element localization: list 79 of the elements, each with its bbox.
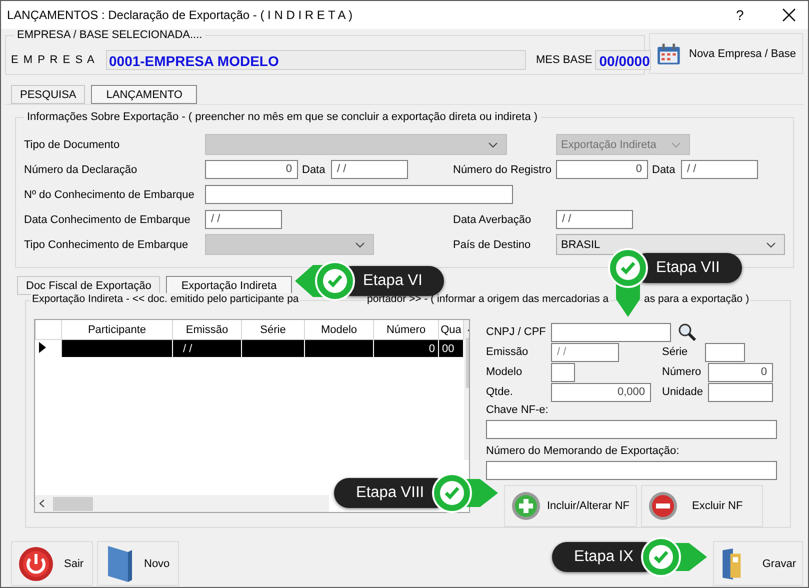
field-label: Número	[662, 366, 702, 378]
number-field[interactable]: 0	[708, 362, 773, 382]
add-button[interactable]: Incluir/Alterar NF	[504, 485, 637, 527]
group-legend: EMPRESA / BASE SELECIONADA....	[14, 29, 206, 41]
field-label: Unidade	[662, 386, 704, 398]
help-button[interactable]: ?	[736, 7, 750, 23]
group-legend: as para a exportação )	[643, 293, 750, 305]
tab[interactable]: LANÇAMENTO	[91, 85, 198, 104]
chevron-down-icon	[355, 242, 365, 248]
chevron-down-icon	[671, 142, 681, 148]
base-label: MES BASE	[536, 54, 592, 66]
change-company-button[interactable]: Nova Empresa / Base	[649, 33, 803, 74]
field-label: Data Conhecimento de Embarque	[24, 214, 192, 226]
declaration-number-field[interactable]: 0	[205, 160, 298, 179]
field-label: Número da Declaração	[24, 164, 138, 176]
minus-icon	[648, 491, 678, 521]
table-cell: 00	[438, 340, 464, 357]
bill-number-field[interactable]	[205, 185, 513, 204]
column-header[interactable]: Série	[242, 320, 304, 340]
window-title: LANÇAMENTOS : Declaração de Exportação - ( I N D I R E T A )	[7, 8, 354, 22]
company-field: 0001-EMPRESA MODELO	[106, 50, 526, 70]
series-field[interactable]	[705, 342, 745, 362]
date-field[interactable]: / /	[205, 210, 282, 229]
new-button[interactable]: Novo	[97, 541, 179, 586]
field-label: Data	[651, 164, 676, 176]
field-label: Emissão	[486, 346, 530, 358]
field-label: Tipo Conhecimento de Embarque	[24, 238, 190, 250]
group-legend: Exportação Indireta - << doc. emitido pelo participante pa	[31, 293, 300, 305]
search-icon[interactable]	[677, 322, 697, 342]
column-header[interactable]: Qua	[438, 320, 464, 340]
memo-number-field[interactable]	[486, 461, 777, 480]
power-icon	[18, 546, 54, 582]
company-label: E M P R E S A	[11, 54, 96, 66]
column-header[interactable]: Número	[374, 320, 438, 340]
table-cell: / /	[172, 340, 242, 357]
exit-button[interactable]: Sair	[11, 541, 93, 586]
registry-number-field[interactable]: 0	[556, 160, 648, 179]
field-label: Modelo	[486, 366, 524, 378]
column-header[interactable]: Participante	[62, 320, 172, 340]
scroll-left-icon[interactable]	[39, 499, 45, 508]
field-label: Data	[301, 164, 326, 176]
unit-field[interactable]	[708, 382, 773, 402]
chevron-down-icon	[488, 142, 498, 148]
horizontal-scrollbar[interactable]	[35, 495, 329, 512]
cnpj-field[interactable]	[551, 322, 671, 342]
check-badge-icon	[639, 535, 710, 579]
access-key-field[interactable]	[486, 420, 777, 439]
date-field[interactable]: / /	[681, 160, 758, 179]
tab[interactable]: PESQUISA	[11, 85, 86, 104]
close-icon[interactable]	[782, 8, 796, 22]
field-label: Série	[662, 346, 689, 358]
field-label: Qtde.	[486, 386, 514, 398]
save-button[interactable]: Gravar	[713, 541, 803, 586]
field-label: Número do Memorando de Exportação:	[486, 445, 680, 459]
delete-button[interactable]: Excluir NF	[641, 485, 763, 527]
model-field[interactable]	[551, 362, 575, 382]
field-label: Nº do Conhecimento de Embarque	[24, 188, 196, 200]
date-field[interactable]: / /	[556, 210, 633, 229]
field-label: Chave NF-e:	[486, 404, 550, 418]
field-label: País de Destino	[452, 238, 532, 250]
column-header[interactable]: Modelo	[304, 320, 374, 340]
date-field[interactable]: / /	[551, 342, 619, 362]
table-cell: 0	[374, 340, 438, 357]
tab[interactable]: Doc Fiscal de Exportação	[17, 276, 160, 295]
field-label: Tipo de Documento	[24, 138, 121, 150]
plus-icon	[511, 491, 541, 521]
chevron-down-icon	[766, 242, 776, 248]
row-pointer-icon	[38, 342, 46, 352]
group-legend: Informações Sobre Exportação - ( preencher no mês em que se concluir a exportação direta ou indireta )	[24, 111, 541, 123]
column-header[interactable]: Emissão	[172, 320, 242, 340]
date-field[interactable]: / /	[331, 160, 408, 179]
field-label: Data Averbação	[452, 214, 532, 226]
field-label: CNPJ / CPF	[486, 326, 547, 338]
country-combo[interactable]: BRASIL	[556, 234, 785, 255]
quantity-field[interactable]: 0,000	[551, 382, 651, 402]
base-field: 00/0000	[595, 50, 652, 70]
field-label: Número do Registro	[452, 164, 552, 176]
scroll-thumb[interactable]	[53, 496, 93, 510]
tab[interactable]: Exportação Indireta	[166, 276, 292, 295]
